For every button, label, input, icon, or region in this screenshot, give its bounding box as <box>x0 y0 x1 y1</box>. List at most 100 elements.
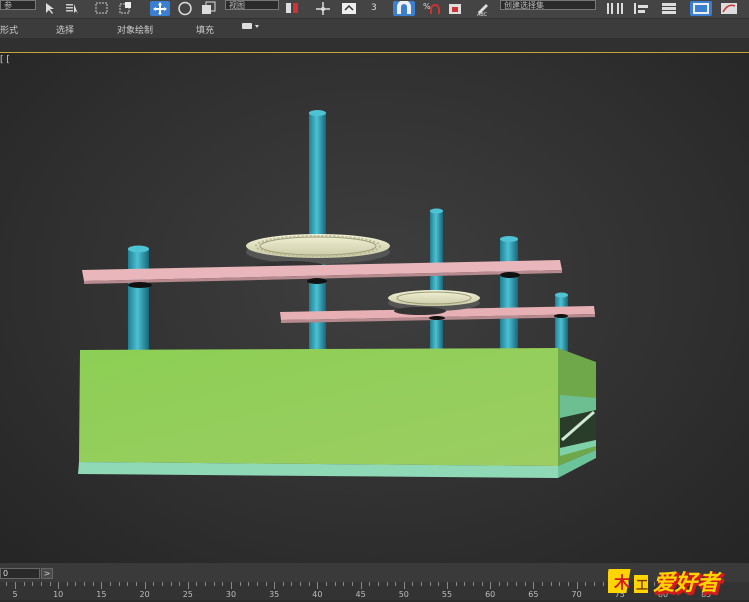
ruler-tick <box>351 582 353 586</box>
ruler-tick <box>377 582 379 586</box>
ruler-tick <box>464 582 466 586</box>
next-frame-button[interactable]: > <box>41 568 53 579</box>
tab-object-paint[interactable]: 对象绘制 <box>117 23 153 36</box>
select-and-rotate-icon[interactable] <box>176 1 194 16</box>
ruler-tick <box>58 582 60 589</box>
ruler-tick-label: 15 <box>96 590 107 599</box>
ruler-tick <box>205 582 207 586</box>
main-toolbar: 参 视图 3 % ABC 创建选择集 <box>0 0 749 19</box>
ruler-tick <box>161 582 163 586</box>
ruler-tick-label: 10 <box>53 590 64 599</box>
ruler-tick <box>6 582 8 586</box>
ruler-tick <box>524 582 526 586</box>
select-by-name-icon[interactable] <box>64 1 80 16</box>
ruler-tick-label: 5 <box>12 590 18 599</box>
ruler-tick-label: 50 <box>398 590 409 599</box>
tab-modeling[interactable]: 形式 <box>0 23 18 36</box>
ruler-tick <box>343 582 345 586</box>
svg-text:爱好者: 爱好者 <box>653 571 722 596</box>
ruler-tick <box>196 582 198 586</box>
ruler-tick <box>559 582 561 586</box>
ruler-tick <box>135 582 137 586</box>
ruler-tick <box>395 582 397 586</box>
scene-render <box>78 110 596 478</box>
rectangular-selection-icon[interactable] <box>94 1 110 16</box>
ruler-tick-label: 30 <box>225 590 237 599</box>
ruler-tick <box>317 582 319 589</box>
align-icon[interactable] <box>632 1 652 16</box>
reference-coordinate-dropdown[interactable]: 视图 <box>225 0 279 10</box>
svg-text:ABC: ABC <box>477 12 488 16</box>
snaps-toggle-icon[interactable]: 3 <box>368 1 384 16</box>
ruler-tick <box>222 582 224 586</box>
ruler-tick <box>334 582 336 586</box>
selection-filter-dropdown[interactable]: 参 <box>0 0 36 10</box>
toggle-scene-explorer-icon[interactable] <box>690 1 712 16</box>
ruler-tick <box>32 582 34 586</box>
ruler-tick <box>127 582 129 586</box>
ruler-tick <box>386 582 388 586</box>
watermark-logo: 木 工 爱好者 爱好者 <box>604 561 732 599</box>
ruler-tick <box>291 582 293 586</box>
ruler-tick <box>75 582 77 586</box>
spinner-snap-icon[interactable] <box>446 1 464 16</box>
mirror-icon[interactable] <box>604 1 626 16</box>
ruler-tick <box>144 582 146 589</box>
ruler-tick-label: 60 <box>485 590 496 599</box>
ruler-tick <box>179 582 181 586</box>
angle-snap-icon[interactable] <box>393 1 415 16</box>
named-selection-set-dropdown[interactable]: 创建选择集 <box>500 0 596 10</box>
select-object-icon[interactable] <box>42 1 58 16</box>
ruler-tick-label: 40 <box>312 590 323 599</box>
ruler-tick <box>23 582 25 586</box>
svg-text:工: 工 <box>636 578 648 592</box>
ruler-tick <box>447 582 448 589</box>
logo-artwork: 木 工 爱好者 爱好者 <box>604 569 725 599</box>
ruler-tick <box>429 582 431 586</box>
ruler-tick <box>326 582 328 586</box>
ruler-tick <box>92 582 94 586</box>
ruler-tick <box>213 582 215 586</box>
ruler-tick-label: 45 <box>355 590 366 599</box>
select-and-move-icon[interactable] <box>150 1 170 16</box>
ruler-tick <box>231 582 232 589</box>
ruler-tick <box>403 582 405 589</box>
svg-text:3: 3 <box>371 3 377 13</box>
time-slider[interactable]: 0 <box>0 568 40 579</box>
layer-explorer-icon[interactable] <box>660 1 678 16</box>
window-crossing-icon[interactable] <box>118 1 134 16</box>
ruler-tick <box>308 582 310 586</box>
perspective-viewport[interactable]: [ [ <box>0 53 749 563</box>
pivot-point-icon[interactable] <box>283 1 303 16</box>
tab-selection[interactable]: 选择 <box>56 23 74 36</box>
ruler-tick <box>256 582 258 586</box>
ruler-tick-label: 20 <box>139 590 150 599</box>
ruler-tick <box>490 582 492 589</box>
ruler-tick <box>66 582 68 586</box>
ruler-tick <box>187 582 189 589</box>
ruler-tick <box>438 582 440 586</box>
ruler-tick <box>153 582 155 586</box>
ruler-tick <box>248 582 250 586</box>
ruler-tick <box>412 582 414 586</box>
ruler-tick <box>274 582 276 589</box>
ruler-tick <box>282 582 284 586</box>
keyboard-shortcut-icon[interactable] <box>340 1 358 16</box>
percent-snap-icon[interactable]: % <box>422 1 440 16</box>
select-and-scale-icon[interactable] <box>200 1 218 16</box>
ruler-tick <box>49 582 51 586</box>
ruler-tick <box>516 582 518 586</box>
tab-populate[interactable]: 填充 <box>196 23 214 36</box>
shaft-right <box>500 238 518 350</box>
select-and-manipulate-icon[interactable] <box>313 1 333 16</box>
ruler-tick <box>239 582 241 586</box>
ruler-tick <box>84 582 86 586</box>
ruler-tick <box>15 582 16 589</box>
ruler-tick <box>360 582 362 589</box>
edit-named-selection-icon[interactable]: ABC <box>474 1 494 16</box>
green-base <box>78 348 596 478</box>
ruler-tick-label: 65 <box>528 590 539 599</box>
curve-editor-icon[interactable] <box>718 1 740 16</box>
ribbon-options-icon[interactable] <box>242 22 262 35</box>
ruler-tick <box>550 582 552 586</box>
